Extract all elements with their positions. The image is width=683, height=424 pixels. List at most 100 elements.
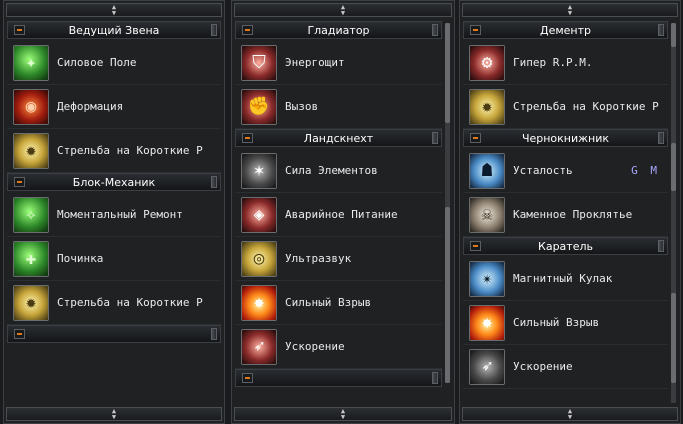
skill-row[interactable]: ⛉ Энергощит (235, 41, 442, 85)
short-range-shot-icon[interactable]: ✹ (13, 284, 49, 321)
group-title: Гладиатор (307, 23, 370, 37)
skill-row[interactable]: ◈ Аварийное Питание (235, 193, 442, 237)
scroll-down-button[interactable]: ▲ ▼ (462, 407, 678, 421)
skill-row[interactable]: ✶ Сила Элементов (235, 149, 442, 193)
scroll-arrows-icon: ▲ ▼ (567, 407, 573, 421)
group-title: Чернокнижник (521, 131, 610, 145)
vertical-scrollbar[interactable] (445, 23, 450, 383)
stone-curse-icon[interactable]: ☠ (469, 196, 505, 233)
deformation-icon[interactable]: ◉ (13, 88, 49, 125)
collapse-toggle-icon[interactable] (470, 241, 481, 251)
group-title: Ведущий Звена (68, 23, 160, 37)
header-cap-icon (658, 132, 664, 144)
scroll-arrows-icon: ▲ ▼ (567, 3, 573, 17)
repair-icon[interactable]: ✚ (13, 240, 49, 277)
header-cap-icon (211, 328, 217, 340)
skill-label: Вызов (285, 100, 319, 113)
scroll-down-button[interactable]: ▲ ▼ (234, 407, 452, 421)
collapse-toggle-icon[interactable] (242, 373, 253, 383)
big-explosion-icon[interactable]: ✸ (241, 284, 277, 321)
group-header[interactable]: Ведущий Звена (7, 21, 221, 39)
skill-label: Ультразвук (285, 252, 352, 265)
skill-label: Сильный Взрыв (285, 296, 372, 309)
acceleration-icon[interactable]: ➶ (469, 348, 505, 385)
skill-row[interactable]: ✧ Моментальный Ремонт (7, 193, 221, 237)
gm-badge: G M (631, 164, 660, 177)
header-cap-icon (658, 24, 664, 36)
scroll-up-button[interactable]: ▲ ▼ (462, 3, 678, 17)
skill-label: Гипер R.P.M. (513, 56, 593, 69)
skill-row[interactable]: ➶ Ускорение (235, 325, 442, 369)
group-header[interactable]: Дементр (463, 21, 668, 39)
instant-repair-icon[interactable]: ✧ (13, 196, 49, 233)
short-range-shot-icon[interactable]: ✹ (13, 132, 49, 169)
scroll-arrows-icon: ▲ ▼ (111, 3, 117, 17)
skill-row[interactable]: ✸ Сильный Взрыв (235, 281, 442, 325)
group-header[interactable]: Ландскнехт (235, 129, 442, 147)
skill-row[interactable]: ⚙ Гипер R.P.M. (463, 41, 668, 85)
group-header[interactable]: Каратель (463, 237, 668, 255)
skill-label: Сильный Взрыв (513, 316, 600, 329)
short-range-shot-icon[interactable]: ✹ (469, 88, 505, 125)
ultrasound-icon[interactable]: ◎ (241, 240, 277, 277)
skill-list: Гладиатор ⛉ Энергощит ✊ Вызов Ландскнехт… (235, 21, 442, 403)
header-cap-icon (658, 240, 664, 252)
skill-label: Магнитный Кулак (513, 272, 613, 285)
emergency-power-icon[interactable]: ◈ (241, 196, 277, 233)
group-header[interactable]: Гладиатор (235, 21, 442, 39)
scroll-up-button[interactable]: ▲ ▼ (6, 3, 222, 17)
skill-label: Деформация (57, 100, 124, 113)
group-header[interactable]: Блок-Механик (7, 173, 221, 191)
element-power-icon[interactable]: ✶ (241, 152, 277, 189)
group-header-empty[interactable] (235, 369, 442, 387)
scrollbar-thumb-lower[interactable] (445, 207, 450, 383)
acceleration-icon[interactable]: ➶ (241, 328, 277, 365)
skill-label: Ускорение (513, 360, 573, 373)
scrollbar-thumb[interactable] (671, 23, 676, 47)
group-header-empty[interactable] (7, 325, 221, 343)
skill-row[interactable]: ✴ Магнитный Кулак (463, 257, 668, 301)
group-title: Каратель (538, 239, 593, 253)
skill-row[interactable]: ◉ Деформация (7, 85, 221, 129)
scroll-down-button[interactable]: ▲ ▼ (6, 407, 222, 421)
skill-row[interactable]: ✹ Стрельба на Короткие Р (7, 129, 221, 173)
force-field-icon[interactable]: ✦ (13, 44, 49, 81)
skill-row[interactable]: ➶ Ускорение (463, 345, 668, 389)
skill-row[interactable]: ✦ Силовое Поле (7, 41, 221, 85)
skill-label: Моментальный Ремонт (57, 208, 183, 221)
scrollbar-thumb-middle[interactable] (671, 143, 676, 191)
skill-panel-1: ▲ ▼ Ведущий Звена ✦ Силовое Поле ◉ Деформ… (3, 0, 225, 424)
energy-shield-icon[interactable]: ⛉ (241, 44, 277, 81)
header-cap-icon (211, 176, 217, 188)
header-cap-icon (211, 24, 217, 36)
skill-row[interactable]: ☗ Усталость G M (463, 149, 668, 193)
scroll-arrows-icon: ▲ ▼ (111, 407, 117, 421)
collapse-toggle-icon[interactable] (470, 133, 481, 143)
skill-row[interactable]: ◎ Ультразвук (235, 237, 442, 281)
collapse-toggle-icon[interactable] (470, 25, 481, 35)
collapse-toggle-icon[interactable] (242, 133, 253, 143)
scroll-arrows-icon: ▲ ▼ (340, 3, 346, 17)
vertical-scrollbar[interactable] (671, 23, 676, 403)
collapse-toggle-icon[interactable] (242, 25, 253, 35)
collapse-toggle-icon[interactable] (14, 329, 25, 339)
scroll-up-button[interactable]: ▲ ▼ (234, 3, 452, 17)
collapse-toggle-icon[interactable] (14, 177, 25, 187)
challenge-icon[interactable]: ✊ (241, 88, 277, 125)
magnetic-fist-icon[interactable]: ✴ (469, 260, 505, 297)
skill-label: Аварийное Питание (285, 208, 398, 221)
fatigue-icon[interactable]: ☗ (469, 152, 505, 189)
skill-row[interactable]: ✚ Починка (7, 237, 221, 281)
skill-row[interactable]: ✹ Стрельба на Короткие Р (463, 85, 668, 129)
group-header[interactable]: Чернокнижник (463, 129, 668, 147)
scrollbar-thumb-lower[interactable] (671, 293, 676, 383)
skill-row[interactable]: ☠ Каменное Проклятье (463, 193, 668, 237)
skill-row[interactable]: ✊ Вызов (235, 85, 442, 129)
big-explosion-icon[interactable]: ✸ (469, 304, 505, 341)
collapse-toggle-icon[interactable] (14, 25, 25, 35)
group-title: Дементр (539, 23, 591, 37)
skill-row[interactable]: ✸ Сильный Взрыв (463, 301, 668, 345)
hyper-rpm-icon[interactable]: ⚙ (469, 44, 505, 81)
skill-row[interactable]: ✹ Стрельба на Короткие Р (7, 281, 221, 325)
scrollbar-thumb[interactable] (445, 23, 450, 123)
